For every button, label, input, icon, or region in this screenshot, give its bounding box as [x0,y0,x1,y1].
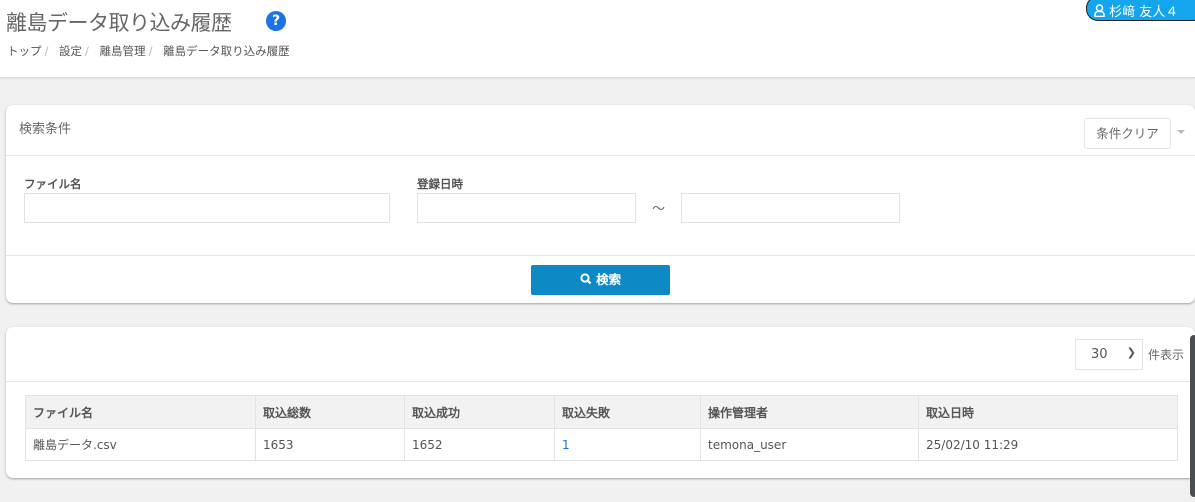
panel-title: 検索条件 [19,122,72,137]
column-header: 取込成功 [404,395,555,429]
file-name-label: ファイル名 [24,177,82,191]
chevron-down-icon: ❯ [1126,346,1136,359]
search-button[interactable]: 検索 [531,265,670,295]
column-header: 取込失敗 [554,395,701,429]
column-header: ファイル名 [25,395,256,429]
breadcrumb-settings[interactable]: 設定 [59,44,82,58]
cell-import-date: 25/02/10 11:29 [918,428,1178,461]
page-title: 離島データ取り込み履歴 [6,11,232,35]
divider [6,255,1195,256]
per-page-select[interactable]: 30 ❯ [1075,339,1143,370]
column-header: 操作管理者 [700,395,919,429]
breadcrumb: トップ / 設定 / 離島管理 / 離島データ取り込み履歴 [7,43,290,59]
divider [6,155,1195,156]
breadcrumb-current: 離島データ取り込み履歴 [163,44,290,58]
breadcrumb-island-management[interactable]: 離島管理 [100,44,146,58]
import-history-table: ファイル名 取込総数 取込成功 取込失敗 操作管理者 取込日時 離島データ.cs… [25,395,1178,461]
breadcrumb-top[interactable]: トップ [7,44,42,58]
user-icon [1094,4,1105,18]
range-tilde: ～ [652,202,666,217]
cell-operator: temona_user [700,428,919,461]
registered-date-label: 登録日時 [417,177,463,191]
collapse-caret-icon[interactable] [1177,130,1185,134]
scrollbar[interactable] [1190,335,1195,497]
date-from-input[interactable] [417,193,636,223]
per-page-label: 件表示 [1148,348,1185,362]
cell-total: 1653 [255,428,405,461]
search-button-label: 検索 [596,272,622,287]
clear-conditions-button[interactable]: 条件クリア [1084,118,1171,149]
breadcrumb-separator: / [44,44,49,58]
page-header: 離島データ取り込み履歴 ? トップ / 設定 / 離島管理 / 離島データ取り込み履歴… [0,0,1195,78]
breadcrumb-separator: / [85,44,89,58]
results-panel: 30 ❯ 件表示 ファイル名 取込総数 取込成功 取込失敗 操作管理者 取込日時 … [6,327,1195,478]
search-conditions-panel: 検索条件 条件クリア ファイル名 登録日時 ～ 検索 [6,105,1195,303]
cell-file-name: 離島データ.csv [25,428,256,461]
column-header: 取込日時 [918,395,1178,429]
per-page-value: 30 [1091,347,1108,362]
help-icon[interactable]: ? [266,11,286,31]
column-header: 取込総数 [255,395,405,429]
divider [6,381,1195,382]
cell-failed-link[interactable]: 1 [554,428,701,461]
date-to-input[interactable] [681,193,900,223]
search-icon [580,273,592,285]
cell-success: 1652 [404,428,555,461]
breadcrumb-separator: / [148,44,153,58]
user-menu-button[interactable]: 杉﨑 友人４ [1086,0,1195,21]
table-row: 離島データ.csv 1653 1652 1 temona_user 25/02/… [25,428,1178,461]
file-name-input[interactable] [24,193,390,223]
user-name: 杉﨑 友人４ [1109,5,1179,20]
